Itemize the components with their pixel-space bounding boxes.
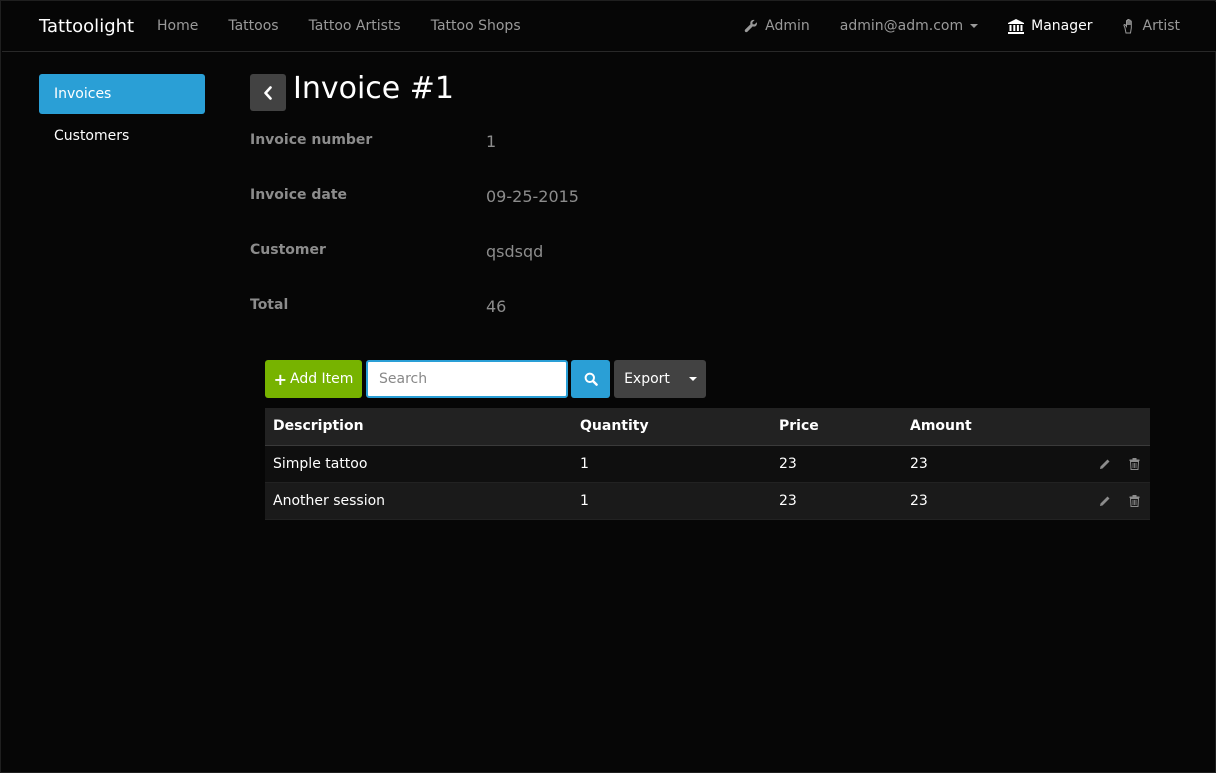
search-input[interactable] bbox=[366, 360, 568, 398]
wrench-icon bbox=[744, 19, 758, 33]
header-actions bbox=[1042, 408, 1150, 446]
header-amount[interactable]: Amount bbox=[902, 408, 1042, 446]
row-actions bbox=[1042, 482, 1150, 520]
table-row: Simple tattoo 1 23 23 bbox=[265, 445, 1150, 483]
cell-description: Another session bbox=[265, 482, 572, 520]
sidebar-item-invoices[interactable]: Invoices bbox=[39, 74, 205, 114]
nav-admin[interactable]: Admin bbox=[744, 18, 810, 34]
hand-icon bbox=[1122, 18, 1136, 34]
nav-artist-label: Artist bbox=[1142, 18, 1181, 34]
row-actions bbox=[1042, 445, 1150, 483]
search-button[interactable] bbox=[571, 360, 610, 398]
user-email: admin@adm.com bbox=[839, 18, 964, 34]
add-item-label: Add Item bbox=[289, 371, 354, 387]
total-value: 46 bbox=[486, 297, 507, 316]
nav-manager[interactable]: Manager bbox=[1008, 18, 1093, 34]
nav-artist[interactable]: Artist bbox=[1122, 18, 1181, 34]
table-row: Another session 1 23 23 bbox=[265, 482, 1150, 520]
top-navbar: Tattoolight Home Tattoos Tattoo Artists … bbox=[2, 2, 1216, 52]
chevron-down-icon bbox=[970, 24, 979, 28]
invoice-number-label: Invoice number bbox=[250, 132, 373, 148]
bank-icon bbox=[1008, 18, 1025, 34]
caret-down-icon bbox=[689, 377, 697, 381]
header-quantity[interactable]: Quantity bbox=[572, 408, 771, 446]
nav-manager-label: Manager bbox=[1031, 18, 1093, 34]
edit-icon[interactable] bbox=[1099, 495, 1111, 507]
sidebar-item-customers[interactable]: Customers bbox=[39, 116, 205, 156]
trash-icon[interactable] bbox=[1129, 457, 1140, 470]
chevron-left-icon bbox=[264, 85, 272, 100]
user-menu-dropdown[interactable]: admin@adm.com bbox=[839, 18, 979, 34]
app-window: Tattoolight Home Tattoos Tattoo Artists … bbox=[0, 0, 1216, 773]
customer-value: qsdsqd bbox=[486, 242, 544, 261]
trash-icon[interactable] bbox=[1129, 494, 1140, 507]
table-header-row: Description Quantity Price Amount bbox=[265, 408, 1150, 446]
cell-price: 23 bbox=[771, 445, 902, 483]
nav-tattoo-artists[interactable]: Tattoo Artists bbox=[309, 18, 401, 34]
nav-home[interactable]: Home bbox=[157, 18, 198, 34]
main-nav: Home Tattoos Tattoo Artists Tattoo Shops bbox=[157, 18, 551, 34]
nav-tattoos[interactable]: Tattoos bbox=[228, 18, 278, 34]
export-button[interactable]: Export bbox=[614, 360, 680, 398]
cell-amount: 23 bbox=[902, 482, 1042, 520]
edit-icon[interactable] bbox=[1099, 458, 1111, 470]
cell-quantity: 1 bbox=[572, 445, 771, 483]
invoice-number-value: 1 bbox=[486, 132, 497, 151]
header-description[interactable]: Description bbox=[265, 408, 572, 446]
nav-tattoo-shops[interactable]: Tattoo Shops bbox=[431, 18, 521, 34]
export-dropdown-toggle[interactable] bbox=[680, 360, 706, 398]
search-icon bbox=[584, 372, 598, 386]
invoice-date-label: Invoice date bbox=[250, 187, 348, 203]
add-item-button[interactable]: + Add Item bbox=[265, 360, 362, 398]
invoice-items-table: Description Quantity Price Amount Simple… bbox=[265, 408, 1150, 520]
total-label: Total bbox=[250, 297, 289, 313]
invoice-date-value: 09-25-2015 bbox=[486, 187, 579, 206]
header-price[interactable]: Price bbox=[771, 408, 902, 446]
back-button[interactable] bbox=[250, 74, 286, 111]
cell-description: Simple tattoo bbox=[265, 445, 572, 483]
cell-amount: 23 bbox=[902, 445, 1042, 483]
brand-logo[interactable]: Tattoolight bbox=[39, 16, 134, 37]
plus-icon: + bbox=[273, 369, 287, 389]
cell-quantity: 1 bbox=[572, 482, 771, 520]
sidebar: Invoices Customers bbox=[39, 74, 205, 158]
customer-label: Customer bbox=[250, 242, 326, 258]
nav-admin-label: Admin bbox=[765, 18, 810, 34]
page-title: Invoice #1 bbox=[293, 71, 455, 106]
user-nav: Admin admin@adm.com Manager Artist bbox=[714, 18, 1180, 34]
cell-price: 23 bbox=[771, 482, 902, 520]
